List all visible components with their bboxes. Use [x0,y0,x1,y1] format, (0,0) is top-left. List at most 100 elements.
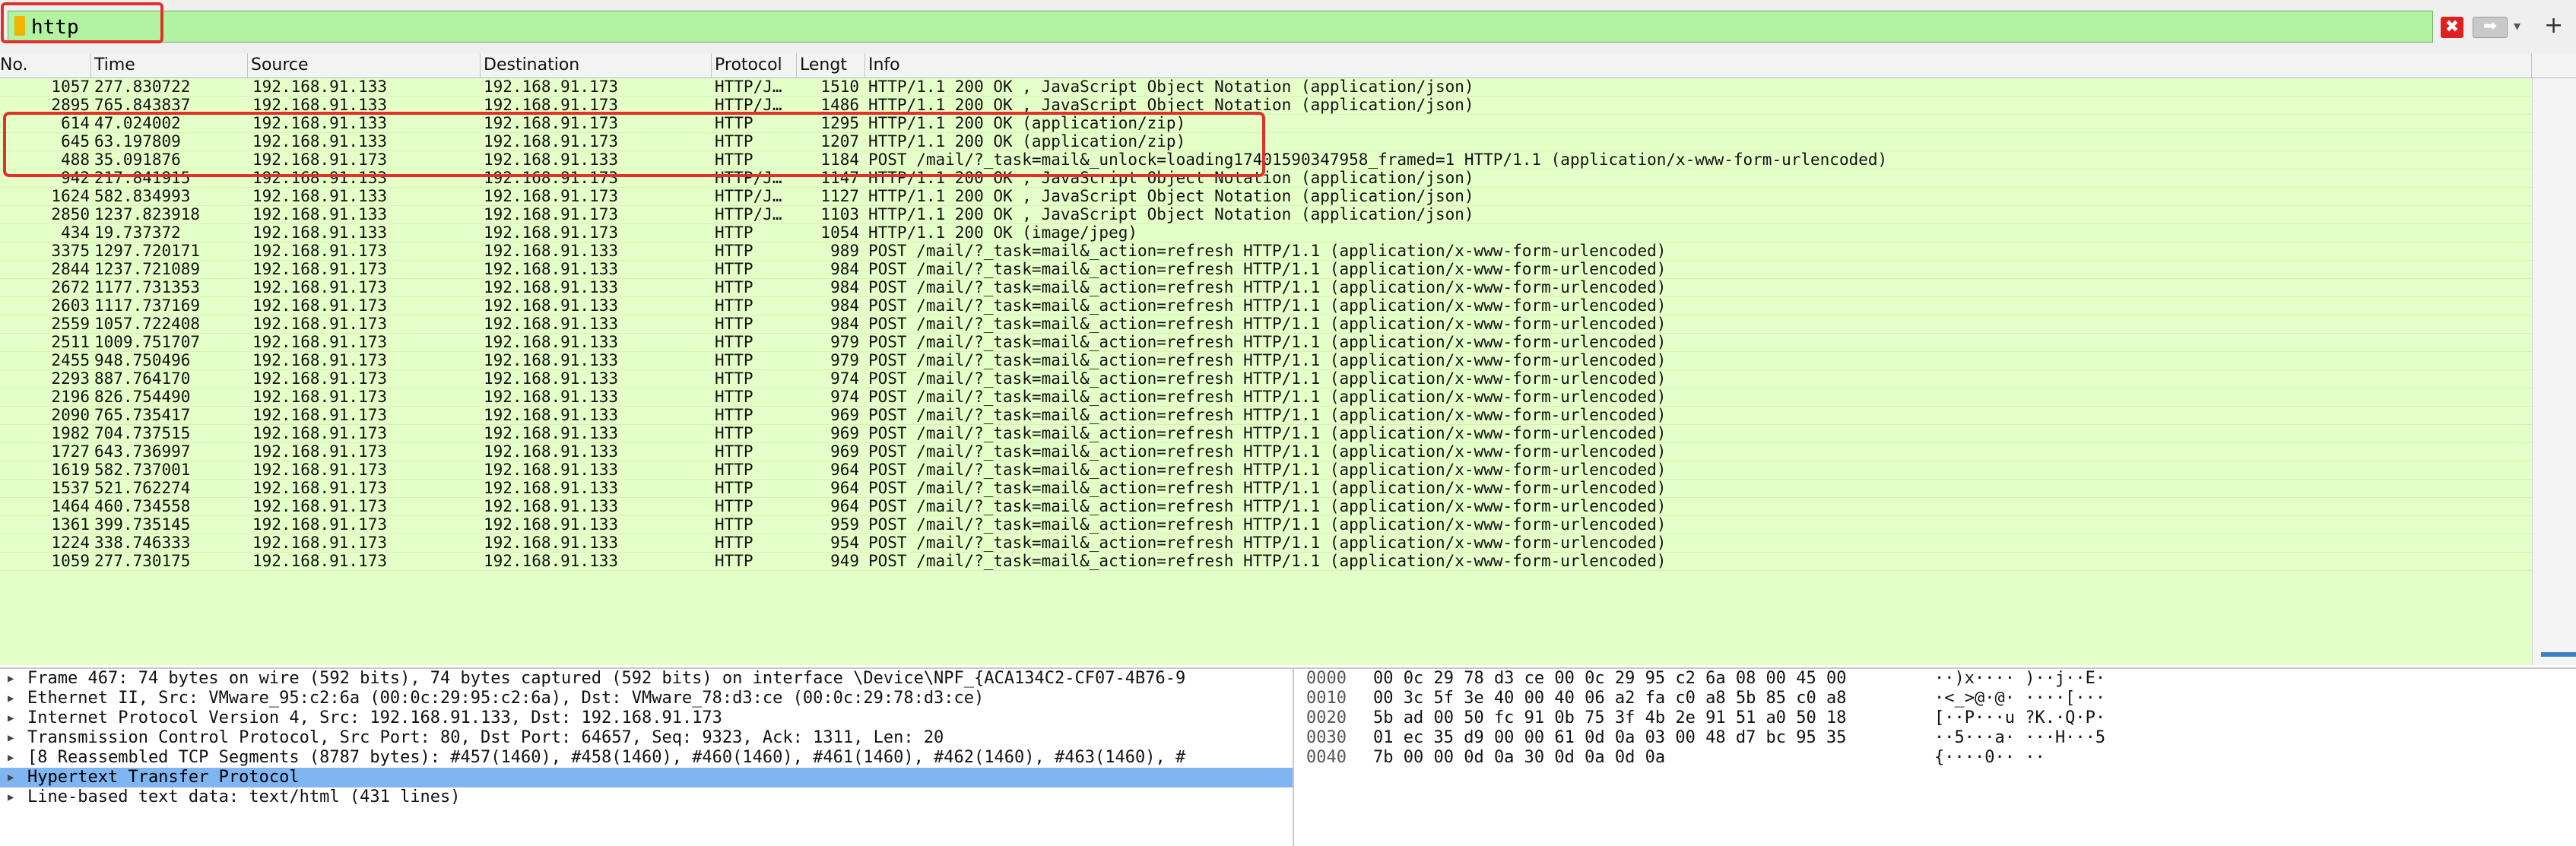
packet-source: 192.168.91.173 [252,407,388,424]
hex-bytes: 00 3c 5f 3e 40 00 40 06 a2 fa c0 a8 5b 8… [1373,689,1847,708]
expand-arrow-icon[interactable]: ▶ [8,708,14,728]
filter-history-dropdown-icon[interactable]: ▾ [2514,18,2520,34]
hex-dump-row[interactable]: 0040 7b 00 00 0d 0a 30 0d 0a 0d 0a {····0·… [1294,748,2576,768]
protocol-tree-item[interactable]: ▶ Transmission Control Protocol, Src Port… [0,728,1293,748]
packet-row[interactable]: 2293 887.764170 192.168.91.173 192.168.91.1… [0,370,2532,388]
packet-time: 277.830722 [94,78,191,96]
packet-source: 192.168.91.133 [252,188,388,205]
packet-length: 984 [830,279,859,296]
scrollbar-marker[interactable] [2541,652,2576,657]
protocol-tree-item[interactable]: ▶ [8 Reassembled TCP Segments (8787 bytes… [0,748,1293,768]
packet-length: 1510 [820,78,859,96]
hex-bytes: 01 ec 35 d9 00 00 61 0d 0a 03 00 48 d7 b… [1373,728,1847,747]
packet-info: POST /mail/?_task=mail&_action=refresh H… [868,370,1667,388]
column-header-protocol[interactable]: Protocol [712,53,797,78]
hex-dump-row[interactable]: 0010 00 3c 5f 3e 40 00 40 06 a2 fa c0 a8 … [1294,689,2576,708]
protocol-tree-item[interactable]: ▶ Frame 467: 74 bytes on wire (592 bits),… [0,669,1293,689]
hex-offset: 0040 [1306,748,1347,767]
packet-row[interactable]: 2511 1009.751707 192.168.91.173 192.168.91.… [0,334,2532,352]
display-filter-input[interactable]: http [8,11,2433,43]
expand-arrow-icon[interactable]: ▶ [8,689,14,708]
packet-row[interactable]: 2455 948.750496 192.168.91.173 192.168.91.1… [0,352,2532,370]
packet-length: 969 [830,443,859,461]
packet-destination: 192.168.91.133 [484,242,619,260]
packet-row[interactable]: 2603 1117.737169 192.168.91.173 192.168.91.… [0,297,2532,315]
clear-filter-icon[interactable]: ✖ [2441,17,2463,38]
packet-row[interactable]: 1619 582.737001 192.168.91.173 192.168.91.1… [0,461,2532,480]
packet-row[interactable]: 1982 704.737515 192.168.91.173 192.168.91.1… [0,425,2532,443]
packet-number: 1624 [51,188,90,205]
packet-protocol: HTTP [715,553,753,570]
protocol-tree-item[interactable]: ▶ Ethernet II, Src: VMware_95:c2:6a (00:0… [0,689,1293,708]
packet-row[interactable]: 434 19.737372 192.168.91.133 192.168.91.173… [0,224,2532,242]
packet-row[interactable]: 2844 1237.721089 192.168.91.173 192.168.91.… [0,261,2532,279]
packet-row[interactable]: 1059 277.730175 192.168.91.173 192.168.91.1… [0,553,2532,571]
protocol-tree-item[interactable]: ▶ Internet Protocol Version 4, Src: 192.1… [0,708,1293,728]
expand-arrow-icon[interactable]: ▶ [8,787,14,807]
packet-source: 192.168.91.173 [252,370,388,388]
packet-number: 1057 [51,78,90,96]
packet-row[interactable]: 3375 1297.720171 192.168.91.173 192.168.91.… [0,242,2532,261]
packet-time: 582.737001 [94,461,191,479]
packet-destination: 192.168.91.173 [484,188,619,205]
expand-arrow-icon[interactable]: ▶ [8,748,14,768]
packet-row[interactable]: 1727 643.736997 192.168.91.173 192.168.91.1… [0,443,2532,461]
packet-destination: 192.168.91.133 [484,370,619,388]
packet-row[interactable]: 1224 338.746333 192.168.91.173 192.168.91.1… [0,534,2532,553]
protocol-tree-label: Frame 467: 74 bytes on wire (592 bits), … [27,669,1186,688]
packet-protocol: HTTP/J… [715,206,782,223]
packet-time: 765.735417 [94,407,191,424]
packet-length: 984 [830,261,859,278]
packet-time: 582.834993 [94,188,191,205]
packet-row[interactable]: 2090 765.735417 192.168.91.173 192.168.91.1… [0,407,2532,425]
packet-row[interactable]: 1624 582.834993 192.168.91.133 192.168.91.1… [0,188,2532,206]
column-header-time[interactable]: Time [91,53,248,78]
packet-protocol: HTTP [715,407,753,424]
expand-arrow-icon[interactable]: ▶ [8,768,14,787]
add-filter-button-icon[interactable]: + [2544,12,2563,39]
protocol-tree-item[interactable]: ▶ Hypertext Transfer Protocol [0,768,1293,787]
packet-row[interactable]: 2850 1237.823918 192.168.91.133 192.168.91.… [0,206,2532,224]
column-header-info[interactable]: Info [865,53,2532,78]
column-header-destination[interactable]: Destination [481,53,712,78]
packet-protocol: HTTP [715,242,753,260]
packet-time: 948.750496 [94,352,191,369]
packet-destination: 192.168.91.173 [484,206,619,223]
packet-length: 949 [830,553,859,570]
hex-offset: 0020 [1306,708,1347,727]
packet-number: 2293 [51,370,90,388]
protocol-tree-label: [8 Reassembled TCP Segments (8787 bytes)… [27,748,1186,767]
expand-arrow-icon[interactable]: ▶ [8,728,14,748]
packet-number: 2090 [51,407,90,424]
packet-length: 1103 [820,206,859,223]
packet-destination: 192.168.91.173 [484,78,619,96]
packet-row[interactable]: 1537 521.762274 192.168.91.173 192.168.91.1… [0,480,2532,498]
packet-row[interactable]: 1464 460.734558 192.168.91.173 192.168.91.1… [0,498,2532,516]
packet-protocol: HTTP [715,480,753,497]
column-header-length[interactable]: Lengt [797,53,865,78]
packet-row[interactable]: 1361 399.735145 192.168.91.173 192.168.91.1… [0,516,2532,534]
packet-list: No. Time Source Destination Protocol Len… [0,53,2576,665]
column-header-no[interactable]: No. [0,53,91,78]
packet-destination: 192.168.91.133 [484,516,619,534]
packet-row[interactable]: 2672 1177.731353 192.168.91.173 192.168.91.… [0,279,2532,297]
expand-arrow-icon[interactable]: ▶ [8,669,14,689]
hex-offset: 0030 [1306,728,1347,747]
filter-annotation-box [1,2,163,43]
packet-list-scrollbar[interactable] [2532,78,2576,665]
column-header-source[interactable]: Source [248,53,481,78]
packet-time: 460.734558 [94,498,191,515]
protocol-tree-item[interactable]: ▶ Line-based text data: text/html (431 li… [0,787,1293,807]
packet-info: POST /mail/?_task=mail&_action=refresh H… [868,425,1667,442]
packet-protocol: HTTP/J… [715,188,782,205]
packet-row[interactable]: 1057 277.830722 192.168.91.133 192.168.91.1… [0,78,2532,97]
apply-filter-icon[interactable]: ➡ [2473,17,2508,38]
packet-row[interactable]: 2559 1057.722408 192.168.91.173 192.168.91.… [0,315,2532,334]
hex-dump-row[interactable]: 0020 5b ad 00 50 fc 91 0b 75 3f 4b 2e 91 … [1294,708,2576,728]
hex-dump-row[interactable]: 0000 00 0c 29 78 d3 ce 00 0c 29 95 c2 6a … [1294,669,2576,689]
packet-source: 192.168.91.173 [252,334,388,351]
hex-dump-row[interactable]: 0030 01 ec 35 d9 00 00 61 0d 0a 03 00 48 … [1294,728,2576,748]
packet-destination: 192.168.91.133 [484,297,619,315]
packet-length: 979 [830,334,859,351]
packet-row[interactable]: 2196 826.754490 192.168.91.173 192.168.91.1… [0,388,2532,407]
